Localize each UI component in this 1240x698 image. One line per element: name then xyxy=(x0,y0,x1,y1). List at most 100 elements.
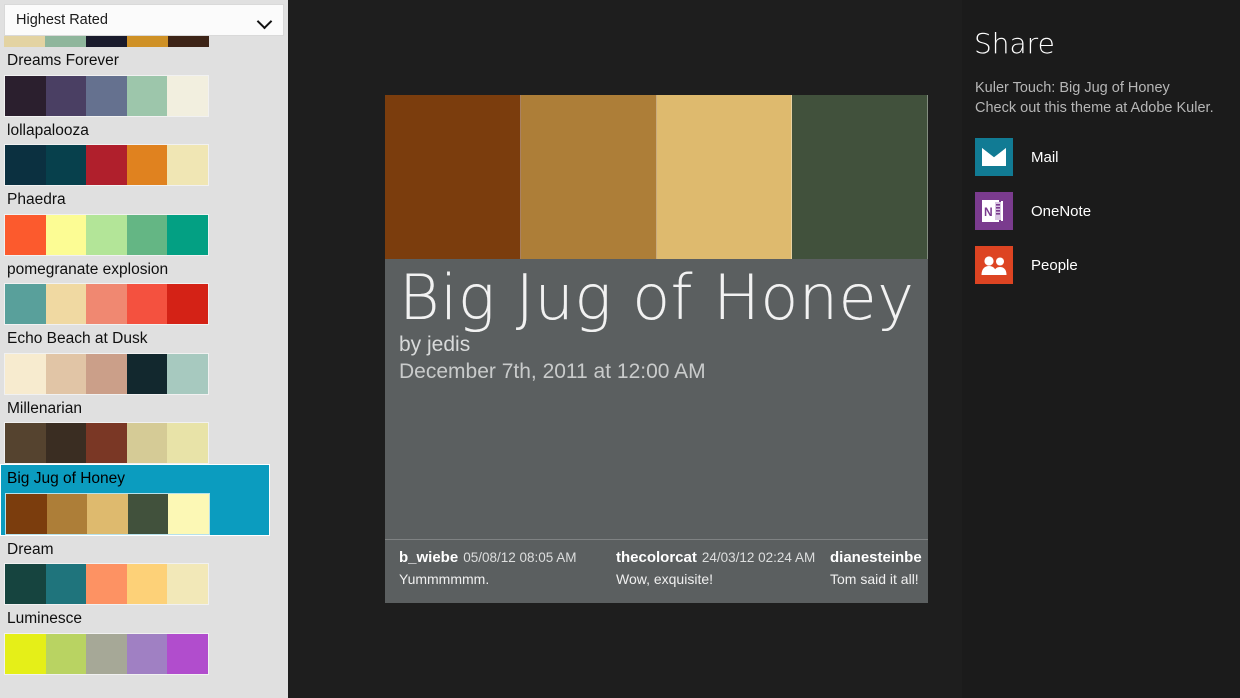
comment-author: b_wiebe xyxy=(399,549,458,566)
swatch-color xyxy=(168,36,209,47)
comment-author: dianesteinbe xyxy=(830,549,922,566)
comments-list[interactable]: b_wiebe05/08/12 08:05 AMYummmmmm.thecolo… xyxy=(385,539,928,603)
theme-list-item-label: lollapalooza xyxy=(0,117,288,145)
partial-theme-swatch-row[interactable] xyxy=(4,36,209,47)
swatch-color xyxy=(47,494,88,534)
swatch-color xyxy=(5,215,46,255)
swatch-color xyxy=(127,284,168,324)
theme-list-item[interactable]: Dream xyxy=(0,536,288,606)
share-target-onenote[interactable]: N OneNote xyxy=(975,192,1240,230)
theme-list-item[interactable]: Dreams Forever xyxy=(0,47,288,117)
svg-text:N: N xyxy=(984,205,993,219)
detail-swatch-color[interactable] xyxy=(521,95,657,259)
swatch-color xyxy=(5,354,46,394)
swatch-color xyxy=(127,564,168,604)
swatch-color xyxy=(167,423,208,463)
theme-swatch-row xyxy=(4,563,209,605)
detail-swatch-color[interactable] xyxy=(657,95,793,259)
swatch-color xyxy=(86,354,127,394)
comment-text: Tom said it all! xyxy=(830,571,928,587)
swatch-color xyxy=(86,423,127,463)
theme-list-item-label: Dreams Forever xyxy=(0,47,288,75)
swatch-color xyxy=(127,634,168,674)
swatch-color xyxy=(5,284,46,324)
share-target-list[interactable]: Mail N OneNote People xyxy=(975,138,1240,284)
app-root: Highest Rated Dreams Forever lollapalooza… xyxy=(0,0,1240,698)
mail-icon xyxy=(975,138,1013,176)
share-target-people[interactable]: People xyxy=(975,246,1240,284)
theme-author: by jedis xyxy=(399,333,928,357)
theme-list-item[interactable]: Phaedra xyxy=(0,186,288,256)
theme-list-item-label: Luminesce xyxy=(0,605,288,633)
theme-detail-panel: Big Jug of Honey by jedis December 7th, … xyxy=(385,95,928,603)
theme-date: December 7th, 2011 at 12:00 AM xyxy=(399,360,928,384)
detail-swatch-color[interactable] xyxy=(792,95,928,259)
swatch-color xyxy=(167,634,208,674)
swatch-color xyxy=(86,36,127,47)
swatch-color xyxy=(86,634,127,674)
swatch-color xyxy=(127,215,168,255)
swatch-color xyxy=(86,145,127,185)
sort-order-dropdown[interactable]: Highest Rated xyxy=(4,4,284,36)
swatch-color xyxy=(167,354,208,394)
theme-list-item-label: Phaedra xyxy=(0,186,288,214)
theme-list-item[interactable]: Millenarian xyxy=(0,395,288,465)
swatch-color xyxy=(4,36,45,47)
swatch-color xyxy=(45,36,86,47)
swatch-color xyxy=(87,494,128,534)
detail-swatch-color[interactable] xyxy=(385,95,521,259)
swatch-color xyxy=(127,76,168,116)
swatch-color xyxy=(167,215,208,255)
theme-list-item[interactable]: lollapalooza xyxy=(0,117,288,187)
theme-list-item-label: Millenarian xyxy=(0,395,288,423)
theme-swatch-row xyxy=(4,283,209,325)
theme-detail-swatch-strip[interactable] xyxy=(385,95,928,259)
onenote-icon: N xyxy=(975,192,1013,230)
theme-swatch-row xyxy=(4,422,209,464)
swatch-color xyxy=(127,145,168,185)
comment-timestamp: 24/03/12 02:24 AM xyxy=(702,550,815,565)
comment-header: dianesteinbe xyxy=(830,549,928,567)
swatch-color xyxy=(167,76,208,116)
theme-list-item-selected[interactable]: Big Jug of Honey xyxy=(0,464,270,536)
share-charm-panel: Share Kuler Touch: Big Jug of Honey Chec… xyxy=(962,0,1240,698)
swatch-color xyxy=(46,284,87,324)
comment-timestamp: 05/08/12 08:05 AM xyxy=(463,550,576,565)
swatch-color xyxy=(5,564,46,604)
comment-item: dianesteinbe Tom said it all! xyxy=(816,549,928,603)
theme-swatch-row xyxy=(4,75,209,117)
theme-list[interactable]: Dreams Forever lollapalooza Phaedra pomegra… xyxy=(0,36,288,698)
swatch-color xyxy=(167,145,208,185)
theme-list-item[interactable]: pomegranate explosion xyxy=(0,256,288,326)
theme-swatch-row xyxy=(4,144,209,186)
theme-swatch-row xyxy=(4,214,209,256)
theme-list-item[interactable]: Echo Beach at Dusk xyxy=(0,325,288,395)
theme-swatch-row xyxy=(4,633,209,675)
swatch-color xyxy=(46,423,87,463)
theme-swatch-row xyxy=(5,493,210,535)
comment-text: Wow, exquisite! xyxy=(616,571,816,587)
swatch-color xyxy=(5,145,46,185)
theme-title: Big Jug of Honey xyxy=(399,265,928,331)
theme-list-item-label: pomegranate explosion xyxy=(0,256,288,284)
swatch-color xyxy=(5,76,46,116)
theme-swatch-row xyxy=(4,353,209,395)
swatch-color xyxy=(46,354,87,394)
share-target-label: Mail xyxy=(1031,150,1059,165)
swatch-color xyxy=(86,284,127,324)
sort-order-value: Highest Rated xyxy=(16,13,108,28)
share-preview-text: Kuler Touch: Big Jug of Honey Check out … xyxy=(975,79,1240,118)
share-target-label: OneNote xyxy=(1031,204,1091,219)
swatch-color xyxy=(46,215,87,255)
swatch-color xyxy=(127,36,168,47)
swatch-color xyxy=(127,423,168,463)
swatch-color xyxy=(167,564,208,604)
theme-list-item[interactable]: Luminesce xyxy=(0,605,288,675)
people-icon xyxy=(975,246,1013,284)
swatch-color xyxy=(5,423,46,463)
swatch-color xyxy=(46,76,87,116)
swatch-color xyxy=(128,494,169,534)
theme-list-item-label: Echo Beach at Dusk xyxy=(0,325,288,353)
swatch-color xyxy=(46,145,87,185)
share-target-mail[interactable]: Mail xyxy=(975,138,1240,176)
